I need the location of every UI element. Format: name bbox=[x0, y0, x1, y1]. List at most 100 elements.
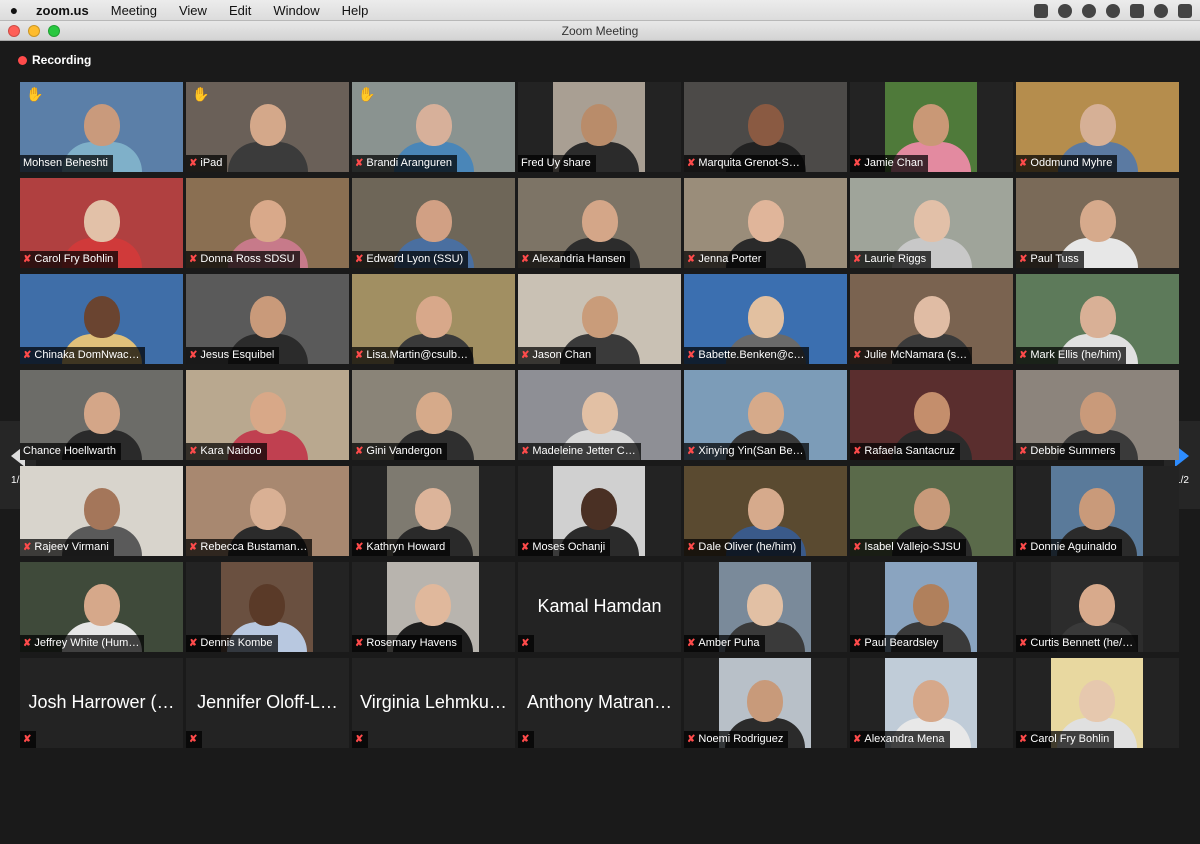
participant-tile[interactable]: ✘ Kathryn Howard bbox=[352, 466, 515, 556]
muted-mic-icon: ✘ bbox=[1019, 254, 1028, 265]
participant-label: ✘ bbox=[352, 731, 369, 748]
participant-tile[interactable]: ✘ Edward Lyon (SSU) bbox=[352, 178, 515, 268]
participant-tile[interactable]: ✘ Gini Vandergon bbox=[352, 370, 515, 460]
participant-tile[interactable]: ✘ Rosemary Havens bbox=[352, 562, 515, 652]
participant-tile[interactable]: ✘ Xinying Yin(San Be… bbox=[684, 370, 847, 460]
participant-name: Laurie Riggs bbox=[864, 253, 927, 265]
participant-tile[interactable]: ✘ Madeleine Jetter C… bbox=[518, 370, 681, 460]
participant-tile[interactable]: ✘ Isabel Vallejo-SJSU bbox=[850, 466, 1013, 556]
apple-icon[interactable]: ● bbox=[0, 2, 28, 18]
participant-name: Jeffrey White (Hum… bbox=[34, 637, 140, 649]
muted-mic-icon: ✘ bbox=[687, 638, 696, 649]
participant-name: Paul Beardsley bbox=[864, 637, 939, 649]
participant-tile[interactable]: Fred Uy share bbox=[518, 82, 681, 172]
participant-tile[interactable]: ✘ Laurie Riggs bbox=[850, 178, 1013, 268]
participant-label: ✘ Mark Ellis (he/him) bbox=[1016, 347, 1127, 364]
participant-tile[interactable]: ✘ Donna Ross SDSU bbox=[186, 178, 349, 268]
participant-tile[interactable]: ✘ Jeffrey White (Hum… bbox=[20, 562, 183, 652]
participant-tile[interactable]: ✘ Paul Beardsley bbox=[850, 562, 1013, 652]
participant-name: Jason Chan bbox=[532, 349, 592, 361]
participant-face bbox=[1079, 392, 1116, 434]
muted-mic-icon: ✘ bbox=[853, 254, 862, 265]
participant-tile[interactable]: ✋ ✘ Brandi Aranguren bbox=[352, 82, 515, 172]
participant-tile[interactable]: Jennifer Oloff-L… ✘ bbox=[186, 658, 349, 748]
participant-tile[interactable]: Josh Harrower (… ✘ bbox=[20, 658, 183, 748]
participant-tile[interactable]: ✘ Mark Ellis (he/him) bbox=[1016, 274, 1179, 364]
globe-icon[interactable] bbox=[1082, 3, 1096, 18]
participant-label: ✘ Rajeev Virmani bbox=[20, 539, 114, 556]
zoom-camera-icon[interactable] bbox=[1034, 3, 1048, 18]
participant-name: Rajeev Virmani bbox=[34, 541, 109, 553]
participant-tile[interactable]: ✘ Dale Oliver (he/him) bbox=[684, 466, 847, 556]
participant-tile[interactable]: ✘ Jamie Chan bbox=[850, 82, 1013, 172]
participant-face bbox=[1079, 200, 1116, 242]
participant-name: Donnie Aguinaldo bbox=[1030, 541, 1117, 553]
participant-name: Kathryn Howard bbox=[366, 541, 446, 553]
participant-tile[interactable]: ✘ Rajeev Virmani bbox=[20, 466, 183, 556]
participant-name: Alexandra Mena bbox=[864, 733, 945, 745]
participant-tile[interactable]: ✘ Noemi Rodriguez bbox=[684, 658, 847, 748]
participant-tile[interactable]: ✘ Babette.Benken@c… bbox=[684, 274, 847, 364]
menu-item-edit[interactable]: Edit bbox=[229, 3, 251, 18]
participant-tile[interactable]: ✘ Jesus Esquibel bbox=[186, 274, 349, 364]
participant-name: Rebecca Bustaman… bbox=[200, 541, 308, 553]
creative-cloud-icon[interactable] bbox=[1154, 3, 1168, 18]
muted-mic-icon: ✘ bbox=[23, 350, 32, 361]
participant-tile[interactable]: ✘ Donnie Aguinaldo bbox=[1016, 466, 1179, 556]
close-window-button[interactable] bbox=[8, 25, 20, 37]
triangle-app-icon[interactable] bbox=[1058, 3, 1072, 18]
participant-tile[interactable]: ✘ Rebecca Bustaman… bbox=[186, 466, 349, 556]
participant-tile[interactable]: ✘ Paul Tuss bbox=[1016, 178, 1179, 268]
participant-tile[interactable]: ✘ Oddmund Myhre bbox=[1016, 82, 1179, 172]
participant-tile[interactable]: ✘ Curtis Bennett (he/… bbox=[1016, 562, 1179, 652]
participant-face bbox=[581, 392, 618, 434]
muted-mic-icon: ✘ bbox=[687, 542, 696, 553]
participant-tile[interactable]: ✘ Debbie Summers bbox=[1016, 370, 1179, 460]
muted-mic-icon: ✘ bbox=[1019, 734, 1028, 745]
participant-tile[interactable]: ✘ Alexandria Hansen bbox=[518, 178, 681, 268]
participant-tile[interactable]: Chance Hoellwarth bbox=[20, 370, 183, 460]
participant-tile[interactable]: ✋ ✘ iPad bbox=[186, 82, 349, 172]
participant-tile[interactable]: ✘ Jenna Porter bbox=[684, 178, 847, 268]
participant-tile[interactable]: ✘ Chinaka DomNwac… bbox=[20, 274, 183, 364]
participant-tile[interactable]: ✘ Marquita Grenot-S… bbox=[684, 82, 847, 172]
menu-app-name[interactable]: zoom.us bbox=[36, 3, 89, 18]
sync-icon[interactable] bbox=[1178, 3, 1192, 18]
raised-hand-icon: ✋ bbox=[358, 86, 376, 102]
participant-tile[interactable]: ✘ Carol Fry Bohlin bbox=[20, 178, 183, 268]
participant-tile[interactable]: ✘ Julie McNamara (s… bbox=[850, 274, 1013, 364]
muted-mic-icon: ✘ bbox=[355, 254, 364, 265]
participant-tile[interactable]: ✋ Mohsen Beheshti bbox=[20, 82, 183, 172]
minimize-window-button[interactable] bbox=[28, 25, 40, 37]
participant-tile[interactable]: ✘ Rafaela Santacruz bbox=[850, 370, 1013, 460]
participant-face bbox=[581, 104, 617, 146]
participant-face bbox=[249, 200, 286, 242]
participant-tile[interactable]: ✘ Moses Ochanji bbox=[518, 466, 681, 556]
participant-tile[interactable]: ✘ Jason Chan bbox=[518, 274, 681, 364]
participant-label: ✘ Kara Naidoo bbox=[186, 443, 267, 460]
recording-indicator[interactable]: Recording bbox=[18, 53, 91, 67]
menu-item-view[interactable]: View bbox=[179, 3, 207, 18]
participant-face bbox=[913, 680, 949, 722]
extensions-icon[interactable] bbox=[1130, 3, 1144, 18]
participant-tile[interactable]: ✘ Carol Fry Bohlin bbox=[1016, 658, 1179, 748]
muted-mic-icon: ✘ bbox=[1019, 158, 1028, 169]
muted-mic-icon: ✘ bbox=[687, 254, 696, 265]
participant-face bbox=[83, 488, 120, 530]
participant-tile[interactable]: Virginia Lehmku… ✘ bbox=[352, 658, 515, 748]
participant-name: Madeleine Jetter C… bbox=[532, 445, 636, 457]
menu-item-window[interactable]: Window bbox=[273, 3, 319, 18]
menu-item-help[interactable]: Help bbox=[342, 3, 369, 18]
participant-tile[interactable]: Kamal Hamdan ✘ bbox=[518, 562, 681, 652]
target-icon[interactable] bbox=[1106, 3, 1120, 18]
participant-tile[interactable]: ✘ Lisa.Martin@csulb… bbox=[352, 274, 515, 364]
participant-tile[interactable]: ✘ Amber Puha bbox=[684, 562, 847, 652]
participant-tile[interactable]: ✘ Alexandra Mena bbox=[850, 658, 1013, 748]
participant-tile[interactable]: ✘ Kara Naidoo bbox=[186, 370, 349, 460]
zoom-window-button[interactable] bbox=[48, 25, 60, 37]
participant-tile[interactable]: Anthony Matran… ✘ bbox=[518, 658, 681, 748]
menu-item-meeting[interactable]: Meeting bbox=[111, 3, 157, 18]
participant-label: ✘ Isabel Vallejo-SJSU bbox=[850, 539, 966, 556]
participant-tile[interactable]: ✘ Dennis Kombe bbox=[186, 562, 349, 652]
participant-label: ✘ Gini Vandergon bbox=[352, 443, 448, 460]
